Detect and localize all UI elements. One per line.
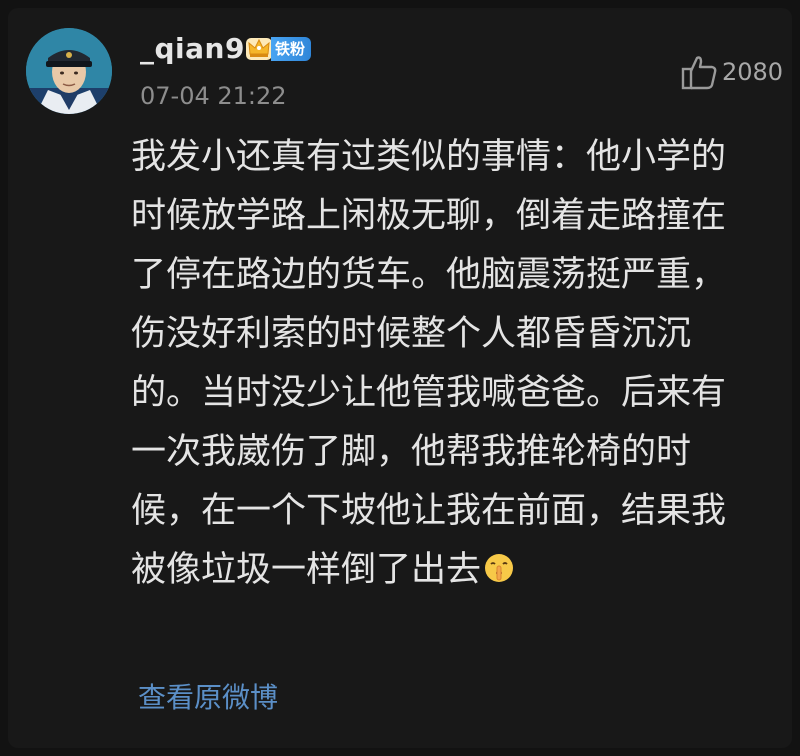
crown-icon	[246, 38, 272, 60]
post-line-last: 被像垃圾一样倒了出去	[131, 541, 771, 600]
timestamp: 07-04 21:22	[140, 82, 287, 110]
post-line-text: 被像垃圾一样倒了出去	[131, 550, 482, 590]
fan-badge: 铁粉	[271, 37, 312, 61]
post-text: 我发小还真有过类似的事情：他小学的 时候放学路上闲极无聊，倒着走路撞在 了停在路…	[131, 128, 771, 600]
thumbs-up-icon	[681, 56, 717, 90]
post-line: 的。当时没少让他管我喊爸爸。后来有	[131, 373, 727, 413]
post-line: 我发小还真有过类似的事情：他小学的	[131, 137, 727, 177]
post-line: 候，在一个下坡他让我在前面，结果我	[131, 491, 727, 531]
username[interactable]: _qian9	[140, 31, 245, 67]
post-line: 了停在路边的货车。他脑震荡挺严重，	[131, 255, 727, 295]
avatar-image	[26, 28, 112, 114]
post-line: 伤没好利索的时候整个人都昏昏沉沉	[131, 314, 692, 354]
shushing-face-emoji-icon	[485, 554, 514, 582]
post-line: 一次我崴伤了脚，他帮我推轮椅的时	[131, 432, 692, 472]
like-button[interactable]: 2080	[680, 52, 783, 92]
avatar[interactable]	[26, 28, 112, 114]
like-count: 2080	[722, 58, 784, 86]
view-original-link[interactable]: 查看原微博	[138, 678, 278, 718]
post-line: 时候放学路上闲极无聊，倒着走路撞在	[131, 196, 727, 236]
